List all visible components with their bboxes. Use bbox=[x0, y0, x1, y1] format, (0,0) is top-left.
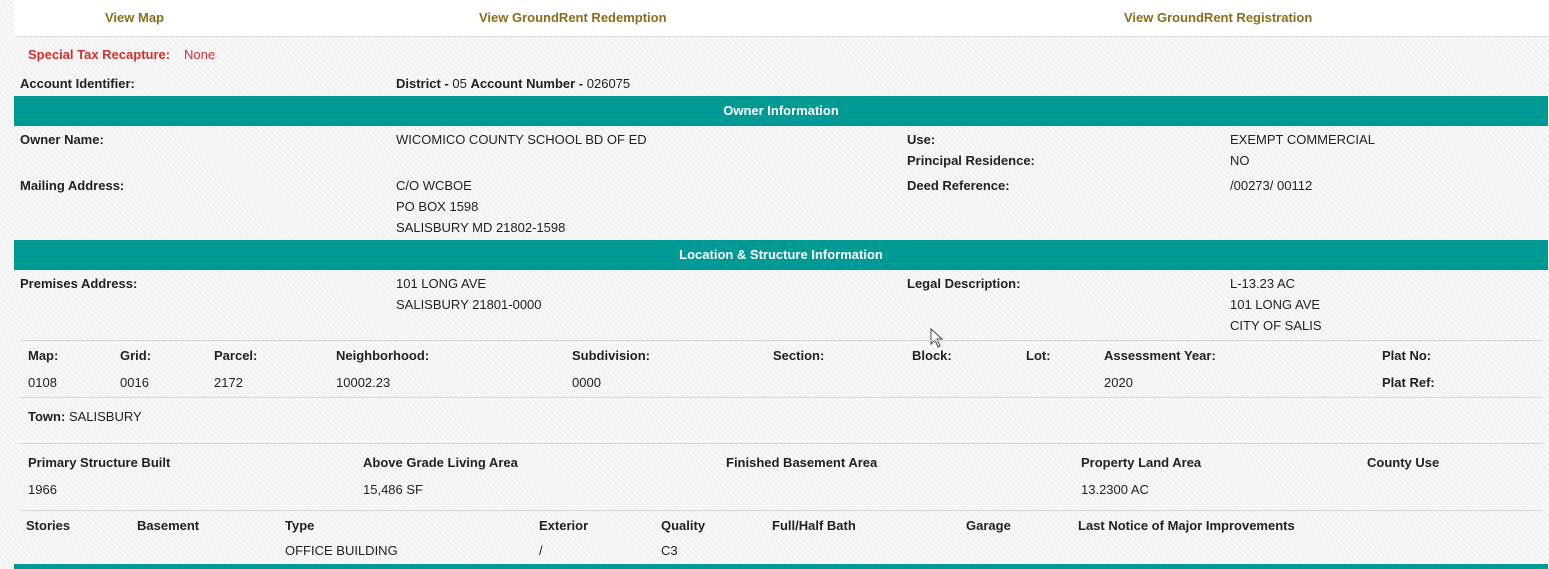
owner-name-label: Owner Name: bbox=[20, 132, 104, 147]
finished-basement-area-header: Finished Basement Area bbox=[726, 455, 878, 470]
account-number-value: 026075 bbox=[586, 76, 631, 91]
plat-ref-label: Plat Ref: bbox=[1382, 375, 1435, 390]
divider bbox=[20, 510, 1542, 511]
grid-header: Grid: bbox=[120, 348, 152, 363]
top-link-bar bbox=[14, 0, 1548, 37]
assessment-year-header: Assessment Year: bbox=[1104, 348, 1216, 363]
full-half-bath-header: Full/Half Bath bbox=[772, 518, 856, 533]
quality-value: C3 bbox=[661, 543, 678, 558]
mouse-pointer-icon bbox=[930, 328, 944, 348]
special-tax-value: None bbox=[184, 47, 216, 62]
special-tax-label: Special Tax Recapture: bbox=[28, 47, 171, 62]
map-header: Map: bbox=[28, 348, 59, 363]
property-land-area-header: Property Land Area bbox=[1081, 455, 1202, 470]
exterior-header: Exterior bbox=[539, 518, 589, 533]
parcel-header: Parcel: bbox=[214, 348, 258, 363]
lot-header: Lot: bbox=[1026, 348, 1051, 363]
district-label: District - bbox=[396, 76, 449, 91]
exterior-value: / bbox=[539, 543, 543, 558]
legal-description-line-1: L-13.23 AC bbox=[1230, 276, 1296, 291]
principal-residence-value: NO bbox=[1230, 153, 1250, 168]
legal-description-line-3: CITY OF SALIS bbox=[1230, 318, 1322, 333]
account-number-label: Account Number - bbox=[470, 76, 584, 91]
owner-information-header: Owner Information bbox=[14, 96, 1548, 126]
district-value: 05 bbox=[452, 76, 467, 91]
premises-address-line-2: SALISBURY 21801-0000 bbox=[396, 297, 542, 312]
garage-header: Garage bbox=[966, 518, 1011, 533]
mailing-address-label: Mailing Address: bbox=[20, 178, 125, 193]
town-row: Town: SALISBURY bbox=[28, 409, 142, 425]
section-header: Section: bbox=[773, 348, 825, 363]
next-section-header bbox=[14, 564, 1548, 569]
owner-name-value: WICOMICO COUNTY SCHOOL BD OF ED bbox=[396, 132, 647, 147]
divider bbox=[20, 397, 1542, 398]
town-label: Town: bbox=[28, 409, 66, 424]
principal-residence-label: Principal Residence: bbox=[907, 153, 1035, 168]
plat-no-header: Plat No: bbox=[1382, 348, 1432, 363]
neighborhood-header: Neighborhood: bbox=[336, 348, 430, 363]
subdivision-value: 0000 bbox=[572, 375, 601, 390]
location-structure-header: Location & Structure Information bbox=[14, 240, 1548, 270]
map-value: 0108 bbox=[28, 375, 57, 390]
county-use-header: County Use bbox=[1367, 455, 1440, 470]
above-grade-living-area-value: 15,486 SF bbox=[363, 482, 423, 497]
neighborhood-value: 10002.23 bbox=[336, 375, 391, 390]
view-map-link[interactable]: View Map bbox=[105, 10, 164, 26]
primary-structure-built-header: Primary Structure Built bbox=[28, 455, 171, 470]
subdivision-header: Subdivision: bbox=[572, 348, 650, 363]
quality-header: Quality bbox=[661, 518, 706, 533]
stories-header: Stories bbox=[26, 518, 71, 533]
premises-address-label: Premises Address: bbox=[20, 276, 138, 291]
use-value: EXEMPT COMMERCIAL bbox=[1230, 132, 1375, 147]
use-label: Use: bbox=[907, 132, 936, 147]
deed-reference-value: /00273/ 00112 bbox=[1230, 178, 1313, 193]
view-groundrent-registration-link[interactable]: View GroundRent Registration bbox=[1124, 10, 1312, 26]
legal-description-line-2: 101 LONG AVE bbox=[1230, 297, 1321, 312]
view-groundrent-redemption-link[interactable]: View GroundRent Redemption bbox=[479, 10, 667, 26]
account-identifier-label: Account Identifier: bbox=[20, 76, 135, 91]
mailing-address-line-2: PO BOX 1598 bbox=[396, 199, 479, 214]
property-land-area-value: 13.2300 AC bbox=[1081, 482, 1149, 497]
basement-header: Basement bbox=[137, 518, 200, 533]
last-notice-major-improvements-header: Last Notice of Major Improvements bbox=[1078, 518, 1295, 533]
type-header: Type bbox=[285, 518, 315, 533]
grid-value: 0016 bbox=[120, 375, 149, 390]
account-identifier-value: District - 05 Account Number - 026075 bbox=[396, 76, 630, 92]
mailing-address-line-1: C/O WCBOE bbox=[396, 178, 472, 193]
premises-address-line-1: 101 LONG AVE bbox=[396, 276, 487, 291]
mailing-address-line-3: SALISBURY MD 21802-1598 bbox=[396, 220, 566, 235]
above-grade-living-area-header: Above Grade Living Area bbox=[363, 455, 518, 470]
legal-description-label: Legal Description: bbox=[907, 276, 1021, 291]
primary-structure-built-value: 1966 bbox=[28, 482, 57, 497]
divider bbox=[20, 443, 1542, 444]
divider bbox=[20, 340, 1542, 341]
type-value: OFFICE BUILDING bbox=[285, 543, 398, 558]
deed-reference-label: Deed Reference: bbox=[907, 178, 1010, 193]
block-header: Block: bbox=[912, 348, 952, 363]
assessment-year-value: 2020 bbox=[1104, 375, 1133, 390]
parcel-value: 2172 bbox=[214, 375, 243, 390]
town-value: SALISBURY bbox=[68, 409, 142, 424]
